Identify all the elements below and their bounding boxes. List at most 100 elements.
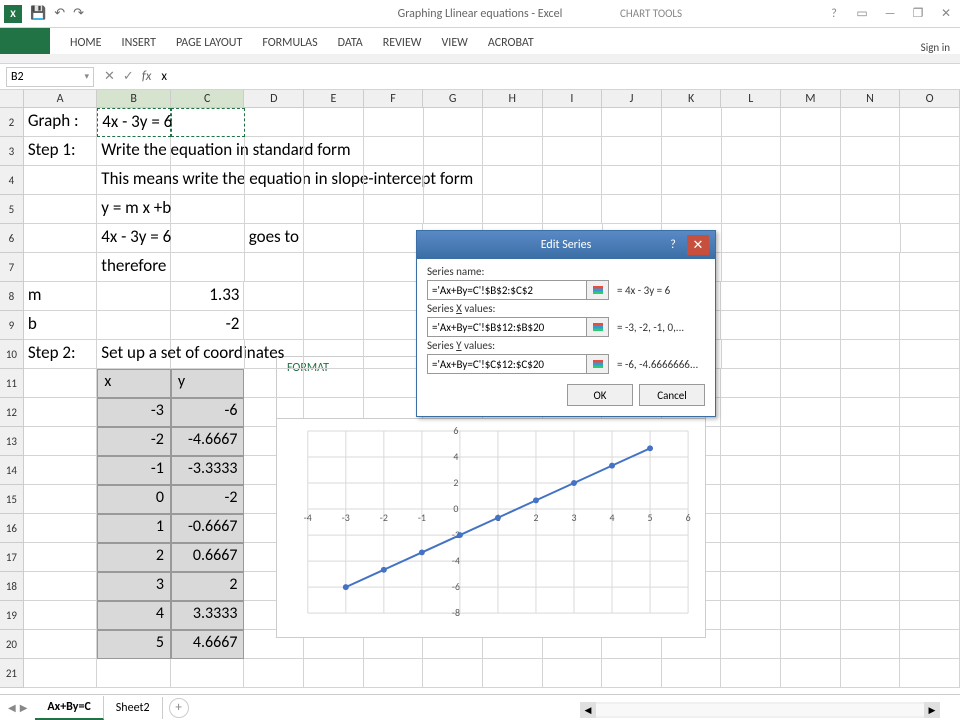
cell[interactable]: This means write the equation in slope-i…: [97, 166, 171, 195]
row-header[interactable]: 4: [0, 166, 24, 195]
col-header[interactable]: G: [423, 90, 483, 108]
cell[interactable]: [900, 253, 960, 282]
cell[interactable]: [721, 282, 781, 311]
cell[interactable]: [24, 659, 98, 688]
cell[interactable]: [900, 282, 960, 311]
cell[interactable]: [781, 195, 841, 224]
series-x-input[interactable]: [427, 317, 587, 337]
cell[interactable]: [24, 601, 98, 630]
cell[interactable]: [364, 195, 424, 224]
cell[interactable]: [841, 282, 901, 311]
cell[interactable]: [781, 253, 841, 282]
row-header[interactable]: 14: [0, 456, 24, 485]
cell[interactable]: [781, 427, 841, 456]
cell[interactable]: [364, 253, 424, 282]
range-picker-icon[interactable]: [587, 317, 609, 337]
row-header[interactable]: 16: [0, 514, 24, 543]
cell[interactable]: 1.33: [171, 282, 245, 311]
cell[interactable]: [24, 572, 98, 601]
cell[interactable]: [900, 166, 960, 195]
cell[interactable]: [721, 456, 781, 485]
cell[interactable]: [841, 427, 901, 456]
add-sheet-icon[interactable]: +: [169, 698, 189, 718]
cell[interactable]: [721, 601, 781, 630]
cell[interactable]: [304, 137, 364, 166]
cell[interactable]: [24, 398, 98, 427]
cell[interactable]: goes to: [245, 224, 305, 253]
cell[interactable]: [781, 630, 841, 659]
cell[interactable]: [304, 224, 364, 253]
cell[interactable]: [24, 514, 98, 543]
cell[interactable]: [304, 166, 364, 195]
select-all-corner[interactable]: [0, 90, 24, 108]
cell[interactable]: [244, 659, 304, 688]
cell[interactable]: [304, 340, 364, 369]
row-header[interactable]: 13: [0, 427, 24, 456]
cell[interactable]: 3.3333: [171, 601, 245, 630]
cell[interactable]: [841, 224, 901, 253]
cell[interactable]: [841, 369, 901, 398]
cell[interactable]: -2: [171, 485, 245, 514]
cell[interactable]: [24, 195, 97, 224]
tab-page-layout[interactable]: PAGE LAYOUT: [166, 32, 252, 54]
cancel-button[interactable]: Cancel: [639, 384, 705, 406]
cell[interactable]: [841, 166, 901, 195]
cell[interactable]: [781, 224, 841, 253]
cell[interactable]: Step 2:: [24, 340, 97, 369]
cell[interactable]: Graph :: [24, 108, 97, 137]
cell[interactable]: [602, 166, 662, 195]
cell[interactable]: [364, 340, 424, 369]
cell[interactable]: 0.6667: [171, 543, 245, 572]
scroll-left-icon[interactable]: ◀: [580, 702, 596, 718]
cell[interactable]: [602, 137, 662, 166]
cell[interactable]: [543, 137, 603, 166]
row-header[interactable]: 19: [0, 601, 24, 630]
col-header[interactable]: I: [543, 90, 603, 108]
cell[interactable]: [424, 195, 484, 224]
cell[interactable]: 0: [97, 485, 171, 514]
row-header[interactable]: 3: [0, 137, 24, 166]
cell[interactable]: [171, 659, 245, 688]
tab-data[interactable]: DATA: [328, 32, 373, 54]
cell[interactable]: [423, 659, 483, 688]
cell[interactable]: 3: [97, 572, 171, 601]
cell[interactable]: [543, 166, 603, 195]
cell[interactable]: [543, 195, 603, 224]
cell[interactable]: [662, 195, 722, 224]
cell[interactable]: [721, 572, 781, 601]
cell[interactable]: [97, 659, 171, 688]
cell[interactable]: [781, 659, 841, 688]
cell[interactable]: [662, 137, 722, 166]
cell[interactable]: [841, 485, 901, 514]
cell[interactable]: [781, 108, 841, 137]
cell[interactable]: -1: [97, 456, 171, 485]
fx-icon[interactable]: fx: [142, 69, 152, 84]
cell[interactable]: [245, 166, 305, 195]
cell[interactable]: [543, 659, 603, 688]
sheet-tab[interactable]: Sheet2: [104, 697, 163, 719]
cell[interactable]: [841, 456, 901, 485]
col-header[interactable]: F: [364, 90, 424, 108]
row-header[interactable]: 17: [0, 543, 24, 572]
cell[interactable]: -6: [171, 398, 245, 427]
cell[interactable]: [364, 166, 424, 195]
cell[interactable]: [171, 166, 244, 195]
cell[interactable]: [781, 369, 841, 398]
cell[interactable]: 4: [97, 601, 171, 630]
cell[interactable]: [722, 108, 782, 137]
redo-icon[interactable]: ↷: [73, 6, 84, 21]
cell[interactable]: [841, 601, 901, 630]
cell[interactable]: [602, 195, 662, 224]
cell[interactable]: Set up a set of coordinates: [97, 340, 171, 369]
cell[interactable]: [171, 340, 244, 369]
cell[interactable]: [900, 311, 960, 340]
cell[interactable]: [171, 253, 244, 282]
cell[interactable]: [721, 427, 781, 456]
col-header[interactable]: K: [662, 90, 722, 108]
cell[interactable]: [483, 108, 543, 137]
cell[interactable]: [244, 369, 304, 398]
cell[interactable]: [424, 137, 484, 166]
col-header[interactable]: D: [244, 90, 304, 108]
cell[interactable]: [901, 224, 960, 253]
chevron-down-icon[interactable]: ▾: [84, 71, 89, 82]
